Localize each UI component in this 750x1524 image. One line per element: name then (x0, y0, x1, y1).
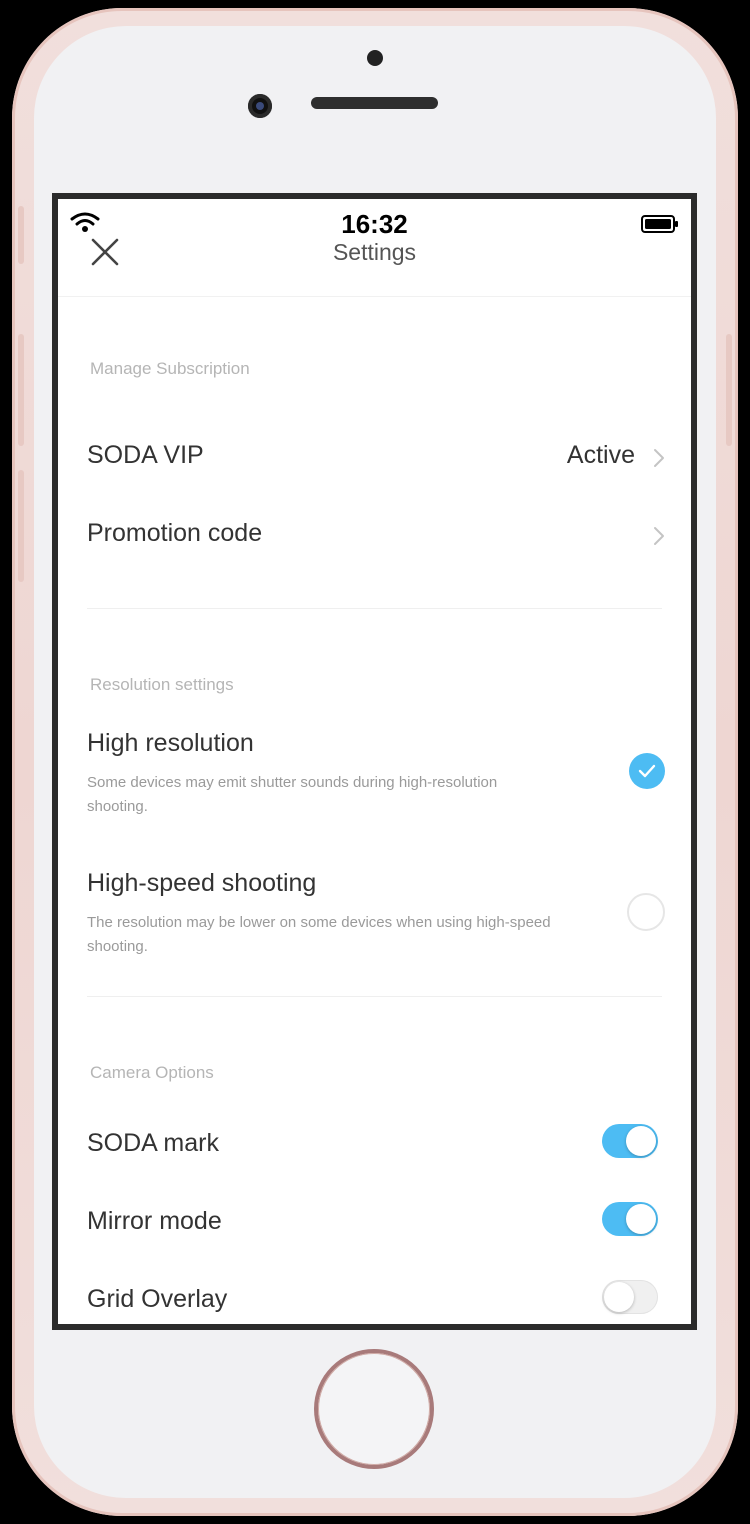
high-resolution-label: High resolution (87, 729, 254, 757)
soda-vip-status: Active (566, 441, 635, 469)
mirror-mode-toggle[interactable] (602, 1202, 658, 1236)
grid-overlay-toggle[interactable] (602, 1280, 658, 1314)
proximity-sensor (367, 50, 383, 66)
chevron-right-icon (654, 449, 664, 467)
page-title: Settings (332, 239, 417, 265)
high-speed-shooting-label: High-speed shooting (87, 869, 317, 897)
section-divider (87, 608, 662, 609)
screen: 16:32 Settings Manage Subscription SODA … (52, 193, 697, 1330)
soda-mark-label: SODA mark (87, 1129, 219, 1157)
earpiece-speaker (311, 97, 438, 109)
soda-vip-label: SODA VIP (87, 441, 204, 469)
promotion-code-label: Promotion code (87, 519, 263, 547)
section-header-resolution: Resolution settings (90, 675, 234, 694)
battery-icon (641, 215, 678, 233)
nav-divider (58, 296, 691, 297)
status-time: 16:32 (341, 209, 408, 239)
section-header-subscription: Manage Subscription (90, 359, 250, 378)
section-header-camera-options: Camera Options (90, 1063, 214, 1082)
high-resolution-description: Some devices may emit shutter sounds dur… (87, 774, 498, 815)
chevron-right-icon (654, 527, 664, 545)
soda-mark-toggle[interactable] (602, 1124, 658, 1158)
toggle-knob (604, 1282, 634, 1312)
mirror-mode-label: Mirror mode (87, 1207, 222, 1235)
settings-screen: 16:32 Settings Manage Subscription SODA … (58, 199, 691, 1324)
front-camera-icon (248, 94, 272, 118)
grid-overlay-label: Grid Overlay (87, 1285, 228, 1313)
toggle-knob (626, 1204, 656, 1234)
home-button[interactable] (318, 1353, 430, 1465)
high-speed-shooting-radio[interactable] (627, 893, 665, 931)
power-button (726, 334, 732, 446)
section-divider (87, 996, 662, 997)
volume-up-button (18, 334, 24, 446)
toggle-knob (626, 1126, 656, 1156)
checkmark-icon (638, 764, 656, 778)
volume-down-button (18, 470, 24, 582)
high-speed-shooting-description: The resolution may be lower on some devi… (87, 914, 551, 955)
high-resolution-radio-selected[interactable] (629, 753, 665, 789)
mute-switch (18, 206, 24, 264)
